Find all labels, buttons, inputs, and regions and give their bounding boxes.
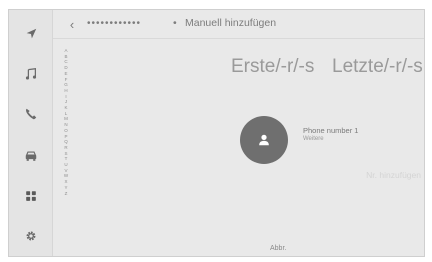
chevron-left-icon: ‹ [69,16,75,32]
phone-icon [26,108,37,120]
phone-button[interactable] [9,96,53,132]
phone-number-label[interactable]: Phone number 1 [303,126,358,135]
back-button[interactable]: ‹ [65,16,79,32]
header-bar: ‹ •••••••••••• • Manuell hinzufügen [53,10,424,39]
contact-avatar[interactable] [240,116,288,164]
sidebar [9,10,53,256]
car-icon [25,151,37,161]
breadcrumb-separator: • [173,17,177,29]
first-name-field[interactable]: Erste/-r/-s [231,56,314,78]
content-area: ‹ •••••••••••• • Manuell hinzufügen ABCD… [53,10,424,256]
navigation-button[interactable] [9,16,53,52]
person-icon [259,134,269,146]
last-name-field[interactable]: Letzte/-r/-s [332,56,423,78]
abbreviation-field[interactable] [345,242,405,254]
navigation-arrow-icon [26,28,37,39]
alphabet-index-letter[interactable]: Z [65,191,68,197]
alphabet-index[interactable]: ABCDEFGHIJKLMNOPQRSTUVWXYZ [61,48,71,196]
apps-button[interactable] [9,178,53,214]
vehicle-button[interactable] [9,138,53,174]
add-number-button[interactable]: Nr. hinzufügen [311,165,421,185]
music-note-icon [25,68,37,80]
media-button[interactable] [9,56,53,92]
page-title: Manuell hinzufügen [185,17,277,29]
breadcrumb-masked: •••••••••••• [87,18,142,29]
main-screen: ‹ •••••••••••• • Manuell hinzufügen ABCD… [8,9,425,257]
gear-icon [26,231,36,241]
phone-type-label[interactable]: Weitere [303,136,324,142]
apps-grid-icon [26,191,36,201]
abbreviation-label: Abbr. [270,245,287,252]
settings-button[interactable] [9,218,53,254]
